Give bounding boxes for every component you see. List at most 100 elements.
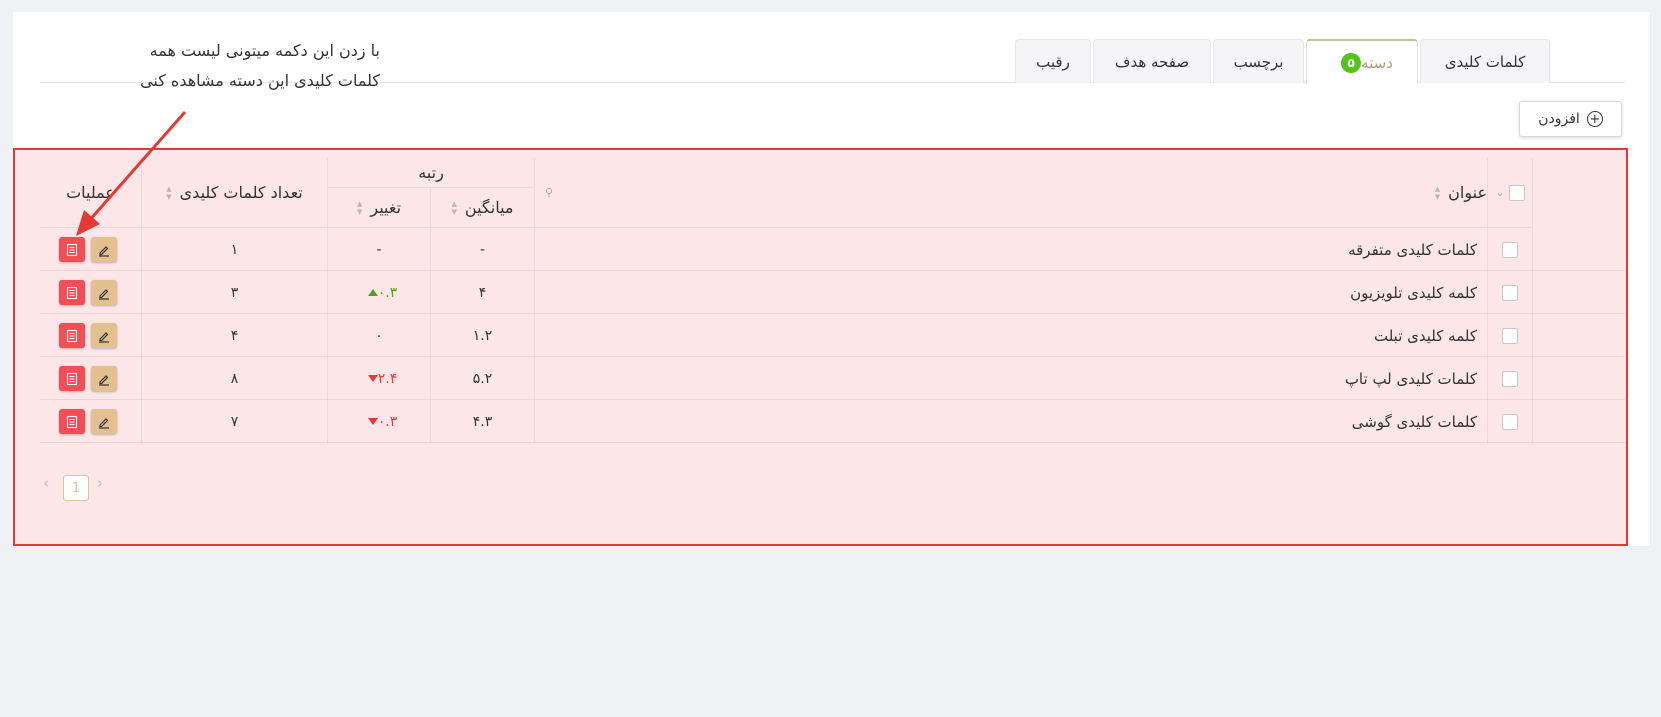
row-count: ۸ — [142, 357, 328, 400]
list-icon — [66, 243, 78, 256]
add-button-label: افزودن — [1538, 111, 1580, 127]
row-count: ۴ — [142, 314, 328, 357]
row-select — [1488, 228, 1533, 271]
row-change: - — [328, 228, 431, 271]
row-average: ۴ — [431, 271, 535, 314]
trend-down-icon — [367, 418, 378, 425]
keyword-list-button[interactable] — [59, 366, 85, 391]
table-row: کلمه کلیدی تلویزیون ۴ ۰.۳ ۳ — [40, 271, 1625, 314]
row-title: کلمات کلیدی گوشی — [535, 400, 1488, 443]
header-ops-label: عملیات — [66, 183, 115, 202]
row-checkbox[interactable] — [1502, 370, 1518, 387]
keyword-list-button[interactable] — [59, 409, 85, 434]
header-operations: عملیات — [40, 158, 142, 228]
edit-button[interactable] — [91, 323, 117, 348]
trend-down-icon — [367, 375, 378, 382]
table-row: کلمات کلیدی گوشی ۴.۳ ۰.۳ ۷ — [40, 400, 1625, 443]
sort-icon[interactable]: ▲ ▼ — [452, 200, 457, 216]
header-select-all: ⌄ — [1488, 158, 1533, 228]
pencil-icon — [99, 288, 109, 300]
select-all-checkbox[interactable] — [1508, 184, 1525, 201]
row-title: کلمات کلیدی متفرقه — [535, 228, 1488, 271]
tab-category[interactable]: دسته ۵ — [1306, 39, 1418, 84]
trend-up-icon — [367, 289, 378, 296]
header-count-label: تعداد کلمات کلیدی — [179, 183, 303, 202]
row-select — [1488, 357, 1533, 400]
edit-button[interactable] — [91, 280, 117, 305]
list-icon — [66, 372, 78, 385]
row-change: ۰.۳ — [328, 271, 431, 314]
annotation-line: با زدن این دکمه میتونی لیست همه — [149, 41, 380, 60]
row-select — [1488, 271, 1533, 314]
edit-button[interactable] — [91, 409, 117, 434]
header-average-label: میانگین — [464, 198, 514, 217]
tab-label: دسته — [1361, 53, 1393, 72]
row-count: ۷ — [142, 400, 328, 443]
add-button[interactable]: + افزودن — [1519, 101, 1622, 137]
tab-keywords[interactable]: کلمات کلیدی — [1420, 39, 1550, 83]
sort-icon[interactable]: ▲ ▼ — [166, 185, 171, 201]
row-change: ۰.۳ — [328, 400, 431, 443]
edit-button[interactable] — [91, 237, 117, 262]
tab-label: کلمات کلیدی — [1444, 52, 1526, 71]
row-average: ۵.۲ — [431, 357, 535, 400]
row-checkbox[interactable] — [1502, 284, 1518, 301]
tab-label: برچسب — [1233, 52, 1284, 71]
row-count: ۱ — [142, 228, 328, 271]
search-icon[interactable]: ⚲ — [545, 186, 553, 199]
list-icon — [66, 415, 78, 428]
header-change[interactable]: تغییر ▲ ▼ — [328, 188, 431, 228]
keyword-list-button[interactable] — [59, 280, 85, 305]
pencil-icon — [99, 331, 109, 343]
row-checkbox[interactable] — [1502, 413, 1518, 430]
row-title: کلمه کلیدی تبلت — [535, 314, 1488, 357]
row-change: ۰ — [328, 314, 431, 357]
tab-competitor[interactable]: رقیب — [1015, 39, 1091, 83]
row-select — [1488, 400, 1533, 443]
edit-button[interactable] — [91, 366, 117, 391]
header-average[interactable]: میانگین ▲ ▼ — [431, 188, 535, 228]
row-select — [1488, 314, 1533, 357]
sort-icon[interactable]: ▲ ▼ — [357, 200, 362, 216]
tab-tag[interactable]: برچسب — [1213, 39, 1304, 83]
header-keyword-count[interactable]: تعداد کلمات کلیدی ▲ ▼ — [142, 158, 328, 228]
change-value: - — [376, 241, 382, 258]
chevron-down-icon[interactable]: ⌄ — [1495, 186, 1504, 199]
tab-label: صفحه هدف — [1114, 52, 1190, 71]
tab-label: رقیب — [1036, 52, 1070, 71]
row-average: ۱.۲ — [431, 314, 535, 357]
chevron-right-icon[interactable]: › — [97, 474, 103, 492]
list-icon — [66, 286, 78, 299]
pencil-icon — [99, 417, 109, 429]
header-title[interactable]: عنوان ▲ ▼ ⚲ — [535, 158, 1488, 228]
table-row: کلمات کلیدی متفرقه - - ۱ — [40, 228, 1625, 271]
chevron-left-icon[interactable]: ‹ — [43, 474, 49, 492]
row-title: کلمات کلیدی لپ تاپ — [535, 357, 1488, 400]
keyword-list-button[interactable] — [59, 237, 85, 262]
sort-icon[interactable]: ▲ ▼ — [1435, 185, 1440, 201]
header-rank-label: رتبه — [418, 163, 444, 182]
row-checkbox[interactable] — [1502, 241, 1518, 258]
change-value: ۲.۴ — [377, 370, 398, 387]
row-count: ۳ — [142, 271, 328, 314]
annotation-line: کلمات کلیدی این دسته مشاهده کنی — [140, 71, 380, 90]
header-rank: رتبه — [328, 158, 535, 188]
change-value: ۰ — [375, 327, 383, 344]
tab-target-page[interactable]: صفحه هدف — [1093, 39, 1211, 83]
keyword-list-button[interactable] — [59, 323, 85, 348]
plus-circle-icon: + — [1586, 111, 1603, 127]
header-title-label: عنوان — [1448, 183, 1487, 202]
change-value: ۰.۳ — [377, 284, 398, 301]
pagination-page[interactable]: 1 — [63, 475, 89, 501]
row-average: ۴.۳ — [431, 400, 535, 443]
change-value: ۰.۳ — [377, 413, 398, 430]
list-icon — [66, 329, 78, 342]
count-badge: ۵ — [1341, 52, 1362, 73]
row-average: - — [431, 228, 535, 271]
row-checkbox[interactable] — [1502, 327, 1518, 344]
pencil-icon — [99, 245, 109, 257]
table-row: کلمه کلیدی تبلت ۱.۲ ۰ ۴ — [40, 314, 1625, 357]
row-change: ۲.۴ — [328, 357, 431, 400]
annotation-text: با زدن این دکمه میتونی لیست همه کلمات کل… — [90, 36, 380, 96]
table-row: کلمات کلیدی لپ تاپ ۵.۲ ۲.۴ ۸ — [40, 357, 1625, 400]
